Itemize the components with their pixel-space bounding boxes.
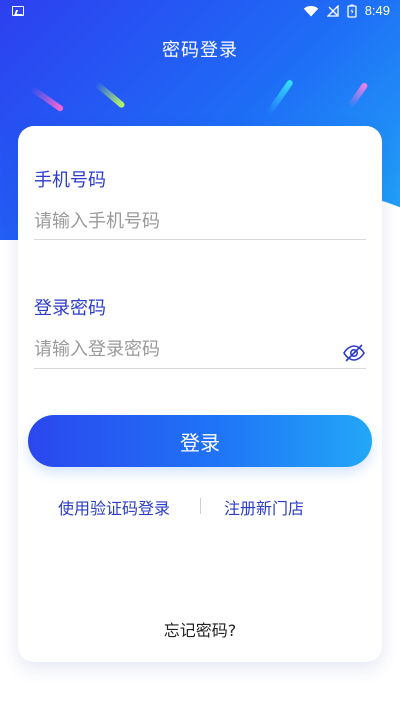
image-icon [12, 6, 24, 16]
battery-charging-icon [347, 4, 357, 18]
phone-underline [34, 239, 366, 240]
password-underline [34, 368, 366, 369]
phone-input[interactable] [34, 204, 366, 238]
decor-streak [29, 85, 65, 113]
password-label: 登录密码 [34, 298, 106, 319]
sms-login-link[interactable]: 使用验证码登录 [58, 495, 170, 519]
forgot-password-link[interactable]: 忘记密码? [18, 617, 382, 641]
page-title: 密码登录 [162, 40, 238, 61]
eye-off-icon[interactable] [342, 341, 366, 365]
decor-streak [347, 81, 369, 109]
status-right: 8:49 [303, 3, 390, 18]
password-input[interactable] [34, 332, 334, 366]
decor-streak [266, 78, 294, 116]
login-button[interactable]: 登录 [28, 415, 372, 467]
login-card: 手机号码 登录密码 登录 使用验证码登录 注册新门店 忘记密码? [18, 126, 382, 662]
phone-label: 手机号码 [34, 170, 106, 191]
wifi-icon [303, 5, 319, 17]
links-divider [200, 498, 201, 514]
decor-streak [94, 81, 126, 109]
secondary-links: 使用验证码登录 注册新门店 [18, 495, 382, 521]
register-store-link[interactable]: 注册新门店 [224, 495, 304, 519]
signal-off-icon [326, 4, 339, 17]
status-time: 8:49 [364, 3, 390, 18]
status-bar: 8:49 [0, 0, 400, 24]
